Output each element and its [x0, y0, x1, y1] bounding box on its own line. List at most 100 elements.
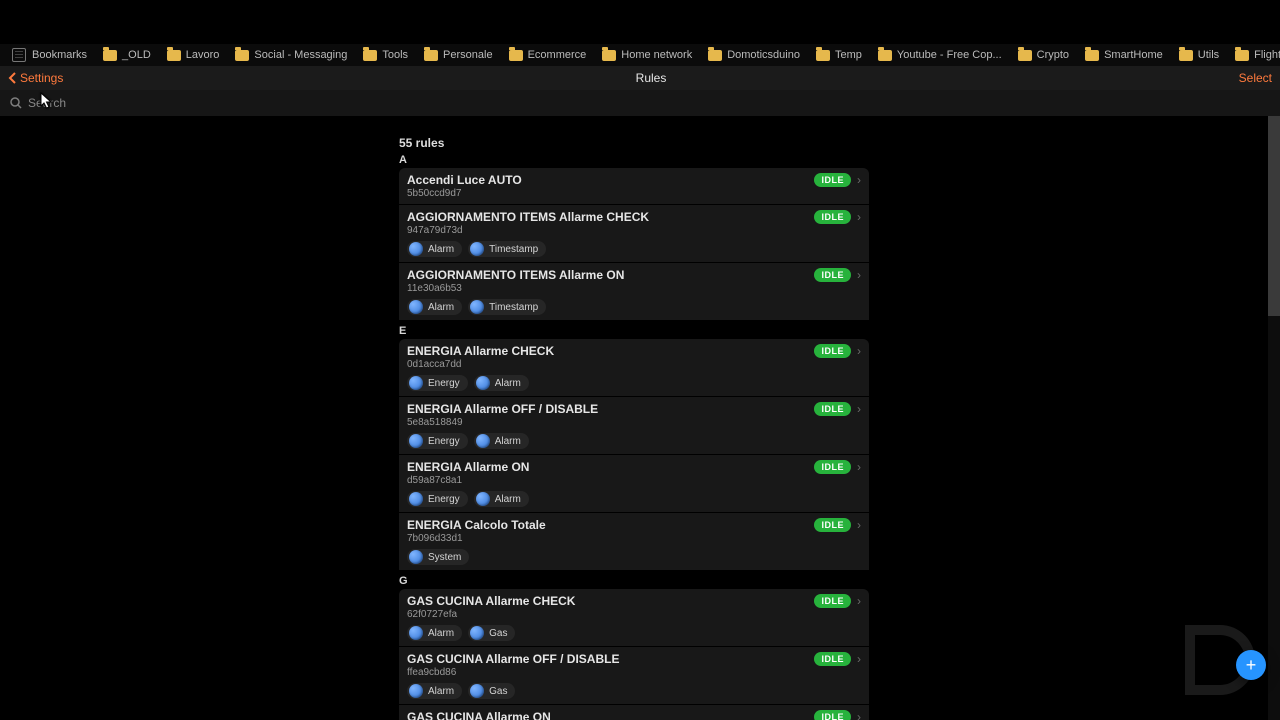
- rule-title: AGGIORNAMENTO ITEMS Allarme ON: [407, 268, 814, 282]
- bookmark-folder[interactable]: _OLD: [97, 49, 157, 61]
- select-link[interactable]: Select: [1239, 71, 1272, 85]
- bookmark-label: Bookmarks: [32, 49, 87, 61]
- folder-icon: [1235, 50, 1249, 61]
- rule-tags: Energy Alarm: [407, 433, 861, 449]
- bookmarks-menu[interactable]: Bookmarks: [6, 48, 93, 62]
- section-header: G: [399, 573, 869, 589]
- tag-label: Alarm: [428, 628, 454, 639]
- chevron-right-icon: ›: [857, 518, 861, 532]
- rule-row[interactable]: ENERGIA Allarme ONIDLE›d59a87c8a1EnergyA…: [399, 455, 869, 513]
- rule-tags: System: [407, 549, 861, 565]
- tag-chip[interactable]: Alarm: [474, 491, 529, 507]
- bookmark-folder[interactable]: Ecommerce: [503, 49, 593, 61]
- tag-chip[interactable]: Alarm: [474, 375, 529, 391]
- tag-chip[interactable]: Alarm: [407, 241, 462, 257]
- tag-label: Gas: [489, 628, 507, 639]
- section-header: E: [399, 323, 869, 339]
- bookmark-folder[interactable]: Tools: [357, 49, 414, 61]
- tag-label: Timestamp: [489, 302, 538, 313]
- bookmark-folder[interactable]: Utils: [1173, 49, 1225, 61]
- tag-icon: [409, 434, 423, 448]
- tag-label: Alarm: [495, 436, 521, 447]
- rule-count: 55 rules: [399, 136, 869, 150]
- chevron-left-icon: [8, 72, 18, 84]
- tag-chip[interactable]: Energy: [407, 491, 468, 507]
- rule-row[interactable]: ENERGIA Calcolo TotaleIDLE ›7b096d33d1 Sys…: [399, 513, 869, 571]
- tag-chip[interactable]: Energy: [407, 375, 468, 391]
- tag-chip[interactable]: Alarm: [407, 299, 462, 315]
- folder-icon: [363, 50, 377, 61]
- rule-tags: Alarm Timestamp: [407, 241, 861, 257]
- folder-icon: [878, 50, 892, 61]
- tag-chip[interactable]: Alarm: [474, 433, 529, 449]
- tag-label: Energy: [428, 494, 460, 505]
- rule-row[interactable]: Accendi Luce AUTOIDLE›5b50ccd9d7: [399, 168, 869, 205]
- tag-icon: [409, 242, 423, 256]
- chevron-right-icon: ›: [857, 652, 861, 666]
- add-rule-button[interactable]: +: [1236, 650, 1266, 680]
- page-navbar: Settings Rules Select: [0, 66, 1280, 90]
- folder-icon: [816, 50, 830, 61]
- tag-chip[interactable]: Timestamp: [468, 299, 546, 315]
- folder-icon: [103, 50, 117, 61]
- rule-id: 7b096d33d1: [407, 533, 861, 544]
- bookmark-folder[interactable]: FlightSim: [1229, 49, 1280, 61]
- tag-icon: [470, 626, 484, 640]
- bookmark-folder[interactable]: Lavoro: [161, 49, 226, 61]
- tag-icon: [409, 376, 423, 390]
- rule-row[interactable]: AGGIORNAMENTO ITEMS Allarme CHECKIDLE›94…: [399, 205, 869, 263]
- tag-chip[interactable]: Energy: [407, 433, 468, 449]
- bookmark-folder[interactable]: SmartHome: [1079, 49, 1169, 61]
- tag-chip[interactable]: Alarm: [407, 625, 462, 641]
- tag-icon: [470, 242, 484, 256]
- status-badge: IDLE: [814, 402, 851, 416]
- rule-title: GAS CUCINA Allarme CHECK: [407, 594, 814, 608]
- rule-title: ENERGIA Allarme ON: [407, 460, 814, 474]
- rule-row[interactable]: GAS CUCINA Allarme CHECKIDLE›62f0727efaA…: [399, 589, 869, 647]
- bookmark-folder[interactable]: Temp: [810, 49, 868, 61]
- bookmarks-icon: [12, 48, 26, 62]
- rule-row[interactable]: GAS CUCINA Allarme OFF / DISABLEIDLE›ffe…: [399, 647, 869, 705]
- rule-title: ENERGIA Allarme OFF / DISABLE: [407, 402, 814, 416]
- bookmark-folder[interactable]: Home network: [596, 49, 698, 61]
- status-badge: IDLE: [814, 344, 851, 358]
- tag-chip[interactable]: Gas: [468, 683, 515, 699]
- folder-icon: [235, 50, 249, 61]
- chevron-right-icon: ›: [857, 460, 861, 474]
- rule-id: 5e8a518849: [407, 417, 861, 428]
- tag-chip[interactable]: Gas: [468, 625, 515, 641]
- bookmark-folder[interactable]: Personale: [418, 49, 499, 61]
- tag-chip[interactable]: System: [407, 549, 469, 565]
- bookmark-label: Temp: [835, 49, 862, 61]
- bookmark-label: Personale: [443, 49, 493, 61]
- search-input[interactable]: [28, 96, 1270, 110]
- rule-row[interactable]: ENERGIA Allarme CHECKIDLE›0d1acca7ddEner…: [399, 339, 869, 397]
- folder-icon: [1179, 50, 1193, 61]
- status-badge: IDLE: [814, 518, 851, 532]
- tag-label: System: [428, 552, 461, 563]
- rule-title: GAS CUCINA Allarme ON: [407, 710, 814, 720]
- tag-label: Alarm: [495, 494, 521, 505]
- bookmark-folder[interactable]: Domoticsduino: [702, 49, 806, 61]
- tag-icon: [409, 300, 423, 314]
- status-badge: IDLE: [814, 173, 851, 187]
- rule-row[interactable]: ENERGIA Allarme OFF / DISABLEIDLE›5e8a51…: [399, 397, 869, 455]
- tag-icon: [476, 492, 490, 506]
- bookmark-folder[interactable]: Crypto: [1012, 49, 1075, 61]
- scrollbar-thumb[interactable]: [1268, 116, 1280, 316]
- rule-row[interactable]: AGGIORNAMENTO ITEMS Allarme ONIDLE›11e30…: [399, 263, 869, 321]
- tag-chip[interactable]: Alarm: [407, 683, 462, 699]
- back-settings-link[interactable]: Settings: [8, 71, 63, 85]
- rule-title: ENERGIA Calcolo Totale: [407, 518, 814, 532]
- chevron-right-icon: ›: [857, 710, 861, 720]
- search-bar[interactable]: [0, 90, 1280, 116]
- bookmark-folder[interactable]: Social - Messaging: [229, 49, 353, 61]
- rule-row[interactable]: GAS CUCINA Allarme ONIDLE›d175b3007fAlar…: [399, 705, 869, 720]
- tag-label: Alarm: [428, 302, 454, 313]
- tag-chip[interactable]: Timestamp: [468, 241, 546, 257]
- back-label: Settings: [20, 71, 63, 85]
- chevron-right-icon: ›: [857, 594, 861, 608]
- scrollbar-track[interactable]: [1268, 116, 1280, 720]
- bookmark-folder[interactable]: Youtube - Free Cop...: [872, 49, 1008, 61]
- folder-icon: [1018, 50, 1032, 61]
